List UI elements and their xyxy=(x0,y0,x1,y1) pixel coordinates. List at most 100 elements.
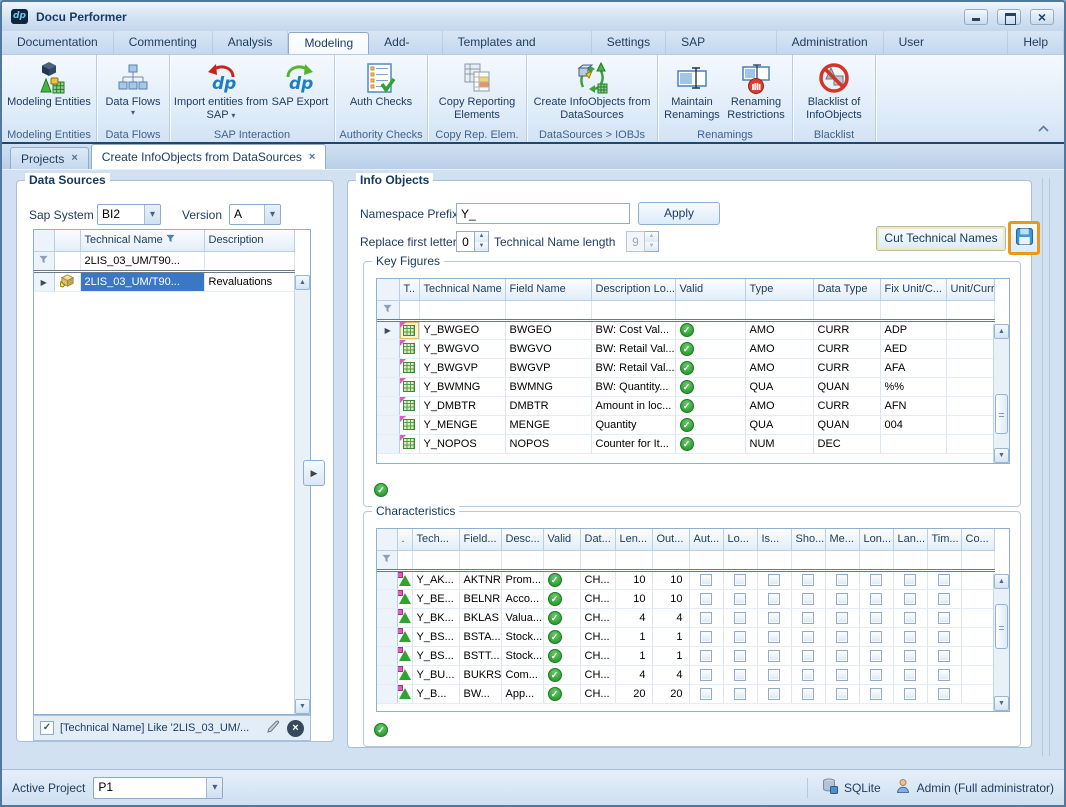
copy-reporting-elements-button[interactable]: Copy Reporting Elements xyxy=(431,58,523,127)
database-name[interactable]: SQLite xyxy=(844,781,881,795)
scroll-up-icon[interactable] xyxy=(295,275,310,290)
sap-export-button[interactable]: dp SAP Export xyxy=(269,58,331,127)
key-figure-row[interactable]: Y_BWGVO BWGVO BW: Retail Val... AMO CURR… xyxy=(377,339,994,358)
create-infoobjects-from-datasources-button[interactable]: Create InfoObjects from DataSources xyxy=(530,58,654,127)
tab-documentation[interactable]: Documentation xyxy=(2,31,114,54)
namespace-prefix-input[interactable] xyxy=(456,203,630,224)
flag-checkbox[interactable] xyxy=(802,593,814,605)
flag-checkbox[interactable] xyxy=(700,612,712,624)
column-header[interactable]: Field Name xyxy=(505,279,591,300)
flag-checkbox[interactable] xyxy=(904,574,916,586)
cut-technical-names-button[interactable]: Cut Technical Names xyxy=(876,226,1006,251)
characteristic-row[interactable]: Y_BK... BKLAS Valua... CH... 4 4 xyxy=(377,608,994,627)
characteristic-row[interactable]: Y_B... BW... App... CH... 20 20 xyxy=(377,684,994,703)
vertical-scrollbar[interactable] xyxy=(993,324,1009,463)
flag-checkbox[interactable] xyxy=(836,612,848,624)
flag-checkbox[interactable] xyxy=(802,612,814,624)
vertical-scrollbar[interactable] xyxy=(294,275,310,714)
save-button[interactable] xyxy=(1008,221,1040,255)
close-tab-icon[interactable]: × xyxy=(71,153,77,164)
tab-administration[interactable]: Administration xyxy=(777,31,884,54)
tab-settings[interactable]: Settings xyxy=(592,31,666,54)
characteristic-row[interactable]: Y_BU... BUKRS Com... CH... 4 4 xyxy=(377,665,994,684)
chevron-down-icon[interactable] xyxy=(264,205,280,224)
filter-row[interactable] xyxy=(377,550,994,570)
modeling-entities-button[interactable]: Modeling Entities xyxy=(5,58,93,127)
flag-checkbox[interactable] xyxy=(870,631,882,643)
flag-checkbox[interactable] xyxy=(938,669,950,681)
flag-checkbox[interactable] xyxy=(802,650,814,662)
column-header[interactable]: Co... xyxy=(961,529,994,550)
doc-tab-projects[interactable]: Projects × xyxy=(10,147,89,169)
flag-checkbox[interactable] xyxy=(938,688,950,700)
flag-checkbox[interactable] xyxy=(768,631,780,643)
column-header[interactable]: Is... xyxy=(757,529,791,550)
tab-add-ons[interactable]: Add-ons xyxy=(369,31,442,54)
flag-checkbox[interactable] xyxy=(700,593,712,605)
flag-checkbox[interactable] xyxy=(836,650,848,662)
flag-checkbox[interactable] xyxy=(734,631,746,643)
apply-button[interactable]: Apply xyxy=(638,202,720,225)
flag-checkbox[interactable] xyxy=(768,574,780,586)
flag-checkbox[interactable] xyxy=(938,612,950,624)
blacklist-of-infoobjects-button[interactable]: Blacklist of InfoObjects xyxy=(796,58,872,127)
flag-checkbox[interactable] xyxy=(904,688,916,700)
doc-tab-create-infoobjects[interactable]: Create InfoObjects from DataSources × xyxy=(91,144,327,169)
flag-checkbox[interactable] xyxy=(768,593,780,605)
flag-checkbox[interactable] xyxy=(768,612,780,624)
flag-checkbox[interactable] xyxy=(938,631,950,643)
flag-checkbox[interactable] xyxy=(802,688,814,700)
current-user[interactable]: Admin (Full administrator) xyxy=(917,781,1054,795)
flag-checkbox[interactable] xyxy=(700,669,712,681)
flag-checkbox[interactable] xyxy=(734,593,746,605)
flag-checkbox[interactable] xyxy=(836,669,848,681)
import-entities-from-sap-button[interactable]: dp Import entities from SAP ▾ xyxy=(173,58,269,127)
column-header[interactable]: Me... xyxy=(825,529,859,550)
tab-sap-integration[interactable]: SAP Integration xyxy=(666,31,777,54)
column-header-description[interactable]: Description xyxy=(204,230,294,251)
version-select[interactable]: A xyxy=(229,204,281,225)
flag-checkbox[interactable] xyxy=(870,593,882,605)
column-header[interactable]: T.. xyxy=(399,279,419,300)
column-header[interactable]: Lo... xyxy=(723,529,757,550)
tab-help[interactable]: Help xyxy=(1008,31,1064,54)
flag-checkbox[interactable] xyxy=(768,669,780,681)
column-header[interactable]: Description Lo... xyxy=(591,279,675,300)
column-header[interactable]: Dat... xyxy=(580,529,615,550)
column-header-technical-name[interactable]: Technical Name xyxy=(80,230,204,251)
key-figure-row[interactable]: Y_BWGVP BWGVP BW: Retail Val... AMO CURR… xyxy=(377,358,994,377)
column-header[interactable]: Valid xyxy=(675,279,745,300)
spin-down-icon[interactable]: ▼ xyxy=(475,242,488,252)
column-header[interactable]: Desc... xyxy=(501,529,543,550)
column-header[interactable]: Type xyxy=(745,279,813,300)
renaming-restrictions-button[interactable]: Renaming Restrictions xyxy=(723,58,789,127)
flag-checkbox[interactable] xyxy=(734,574,746,586)
close-tab-icon[interactable]: × xyxy=(309,152,315,163)
flag-checkbox[interactable] xyxy=(700,650,712,662)
flag-checkbox[interactable] xyxy=(938,574,950,586)
flag-checkbox[interactable] xyxy=(870,612,882,624)
maintain-renamings-button[interactable]: Maintain Renamings xyxy=(661,58,723,127)
characteristic-row[interactable]: Y_AK... AKTNR Prom... CH... 10 10 xyxy=(377,570,994,589)
vertical-scrollbar[interactable] xyxy=(993,574,1009,711)
key-figure-row[interactable]: Y_NOPOS NOPOS Counter for It... NUM DEC xyxy=(377,434,994,453)
flag-checkbox[interactable] xyxy=(700,631,712,643)
column-header[interactable]: Tim... xyxy=(927,529,961,550)
tab-commenting[interactable]: Commenting xyxy=(114,31,213,54)
flag-checkbox[interactable] xyxy=(802,631,814,643)
tab-analysis[interactable]: Analysis xyxy=(213,31,289,54)
column-header[interactable]: Lon... xyxy=(859,529,893,550)
characteristic-row[interactable]: Y_BS... BSTA... Stock... CH... 1 1 xyxy=(377,627,994,646)
column-header[interactable]: Out... xyxy=(652,529,689,550)
flag-checkbox[interactable] xyxy=(938,650,950,662)
auth-checks-button[interactable]: Auth Checks xyxy=(338,58,424,127)
flag-checkbox[interactable] xyxy=(700,574,712,586)
key-figure-row[interactable]: Y_DMBTR DMBTR Amount in loc... AMO CURR … xyxy=(377,396,994,415)
close-button[interactable] xyxy=(1030,9,1054,25)
minimize-button[interactable] xyxy=(964,9,988,25)
filter-row[interactable]: 2LIS_03_UM/T90... xyxy=(34,251,294,271)
key-figure-row[interactable]: Y_BWMNG BWMNG BW: Quantity... QUA QUAN %… xyxy=(377,377,994,396)
chevron-down-icon[interactable] xyxy=(144,205,160,224)
flag-checkbox[interactable] xyxy=(768,650,780,662)
move-right-button[interactable] xyxy=(303,460,325,486)
